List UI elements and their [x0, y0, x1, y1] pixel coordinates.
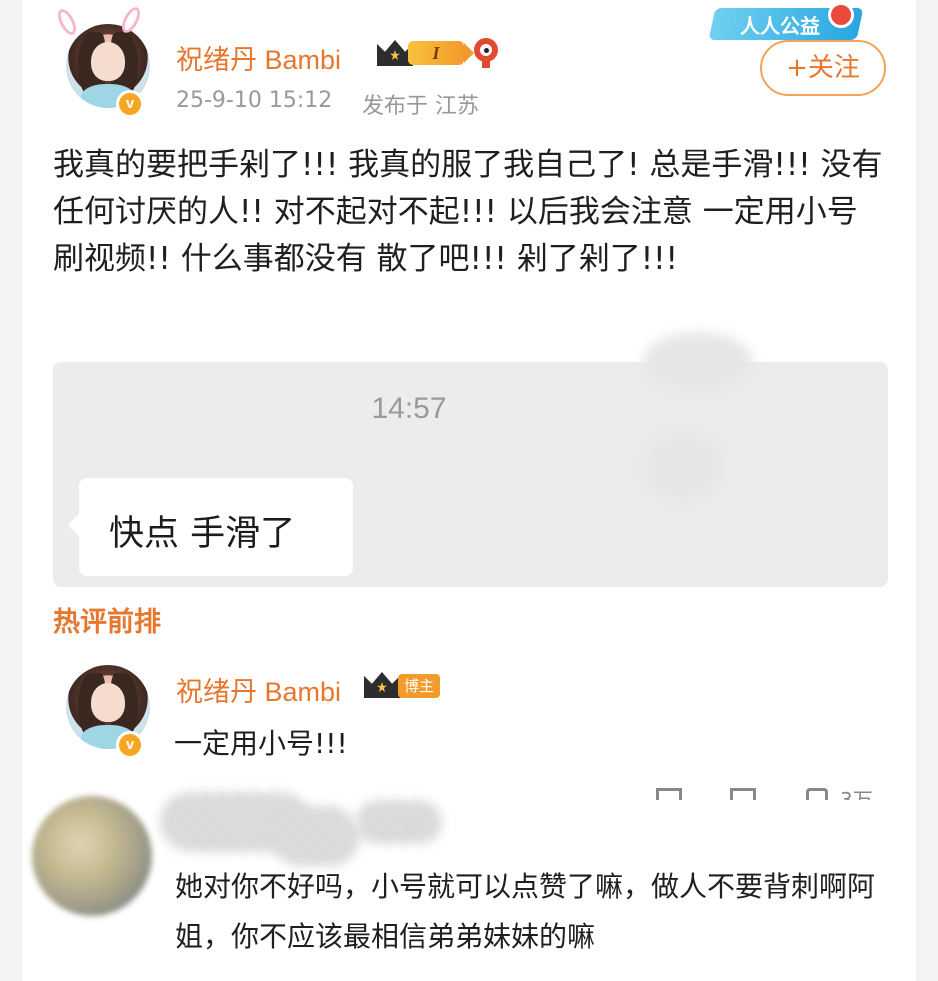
comment-verified-icon: v [116, 731, 144, 759]
post-timestamp: 25-9-10 15:12 [176, 88, 333, 113]
post-author-name[interactable]: 祝绪丹 Bambi [176, 38, 341, 77]
chat-screenshot-image[interactable]: 14:57 快点 手滑了 [53, 332, 888, 587]
level-badge-icon: I [408, 41, 474, 65]
chat-message: 快点 手滑了 [109, 514, 296, 554]
comment-text: 一定用小号!!! [174, 727, 348, 760]
post-location: 发布于 江苏 [362, 94, 479, 119]
blurred-username-2 [270, 806, 360, 866]
chat-bubble: 快点 手滑了 [68, 478, 353, 576]
blogger-badge: 博主 [398, 674, 440, 698]
charity-banner-text: 人人公益 [740, 14, 820, 38]
comment-author-name[interactable]: 祝绪丹 Bambi [176, 670, 341, 709]
verified-icon: v [116, 90, 144, 118]
blurred-username-3 [356, 800, 442, 844]
reply-text: 她对你不好吗，小号就可以点赞了嘛，做人不要背刺啊阿姐，你不应该最相信弟弟妹妹的嘛 [175, 870, 876, 953]
charity-logo-icon [828, 2, 854, 28]
hot-comments-title: 热评前排 [53, 607, 161, 638]
eye-icon [474, 38, 498, 68]
post-body-text: 我真的要把手剁了!!! 我真的服了我自己了! 总是手滑!!! 没有任何讨厌的人!… [53, 147, 883, 277]
chat-time: 14:57 [371, 392, 447, 425]
reply-avatar[interactable] [32, 796, 152, 916]
follow-button[interactable]: +关注 [760, 40, 886, 96]
